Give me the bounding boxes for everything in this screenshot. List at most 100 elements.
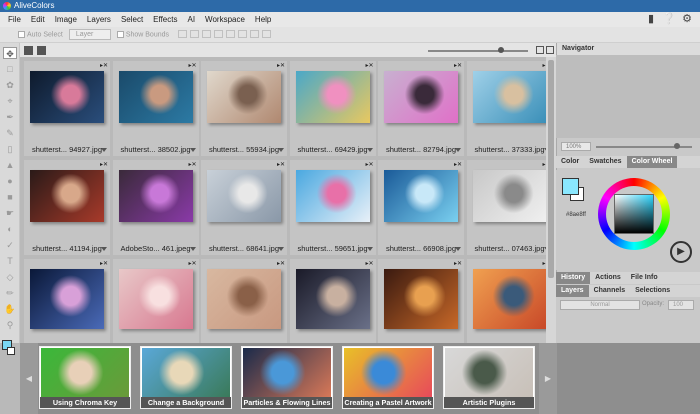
play-icon[interactable]: ▶ (670, 241, 692, 263)
menu-file[interactable]: File (3, 12, 26, 27)
settings-icon[interactable]: ⚙ (680, 12, 694, 26)
image-thumbnail[interactable] (472, 269, 546, 329)
opacity-field[interactable]: 100 (668, 300, 694, 310)
auto-select-checkbox[interactable]: Auto Select (18, 30, 63, 38)
thumbnail-size-knob[interactable] (498, 47, 504, 53)
saturation-value-square[interactable] (614, 194, 654, 234)
chevron-down-icon[interactable] (101, 148, 107, 152)
file-thumbnail-cell[interactable]: ▸✕ shutterst... 94927.jpg (24, 61, 110, 156)
tab-selections[interactable]: Selections (630, 285, 675, 297)
tutorial-card[interactable]: Change a Background (140, 346, 232, 409)
image-thumbnail[interactable] (30, 170, 104, 222)
file-thumbnail-cell[interactable]: ▸✕shutterst... 07463.jpg (466, 160, 546, 255)
pen-tool-icon[interactable]: ✓ (3, 239, 17, 251)
close-icon[interactable]: ▸✕ (188, 161, 196, 168)
file-thumbnail-cell[interactable]: ▸✕ shutterst... 41194.jpg (24, 160, 110, 255)
close-icon[interactable]: ▸✕ (100, 260, 108, 267)
menu-select[interactable]: Select (116, 12, 148, 27)
menu-effects[interactable]: Effects (148, 12, 182, 27)
move-tool-icon[interactable]: ✥ (3, 47, 17, 59)
blur-tool-icon[interactable]: ● (3, 175, 17, 187)
tutorial-card[interactable]: Using Chroma Key (39, 346, 131, 409)
close-icon[interactable]: ▸✕ (365, 260, 373, 267)
notification-icon[interactable]: ▮ (644, 12, 658, 26)
eyedropper-tool-icon[interactable]: ✒ (3, 111, 17, 123)
menu-workspace[interactable]: Workspace (200, 12, 250, 27)
image-thumbnail[interactable] (118, 170, 193, 222)
close-icon[interactable]: ▸✕ (277, 62, 285, 69)
chevron-down-icon[interactable] (366, 247, 373, 251)
background-color-swatch[interactable] (7, 347, 15, 355)
file-thumbnail-cell[interactable]: ▸✕ (466, 259, 546, 343)
file-thumbnail-cell[interactable]: ▸✕ shutterst... 68641.jpg (201, 160, 287, 255)
close-icon[interactable]: ▸✕ (100, 62, 108, 69)
file-thumbnail-cell[interactable]: ▸✕shutterst... 37333.jpg (466, 61, 546, 156)
foreground-swatch[interactable] (562, 178, 579, 195)
image-thumbnail[interactable] (207, 71, 281, 123)
image-thumbnail[interactable] (207, 170, 281, 222)
chevron-down-icon[interactable] (455, 247, 461, 251)
tab-file-info[interactable]: File Info (626, 272, 663, 284)
image-thumbnail[interactable] (384, 269, 458, 329)
eraser-tool-icon[interactable]: ▯ (3, 143, 17, 155)
chevron-down-icon[interactable] (189, 247, 196, 251)
menu-ai[interactable]: AI (182, 12, 200, 27)
tab-swatches[interactable]: Swatches (584, 156, 626, 168)
browser-scrollbar-thumb[interactable] (548, 60, 554, 278)
image-thumbnail[interactable] (30, 269, 104, 329)
close-icon[interactable]: ▸✕ (277, 161, 285, 168)
close-icon[interactable]: ▸✕ (188, 260, 196, 267)
new-file-icon[interactable] (24, 45, 33, 55)
smudge-tool-icon[interactable]: ☛ (3, 207, 17, 219)
chevron-down-icon[interactable] (455, 148, 461, 152)
tab-channels[interactable]: Channels (589, 285, 631, 297)
file-thumbnail-cell[interactable]: ▸✕ shutterst... 38502.jpg (112, 61, 199, 156)
file-thumbnail-cell[interactable]: ▸✕ shutterst... 66908.jpg (378, 160, 464, 255)
layer-select[interactable]: Layer (68, 29, 111, 40)
image-thumbnail[interactable] (384, 170, 458, 222)
marquee-tool-icon[interactable]: □ (3, 63, 17, 75)
tab-color-wheel[interactable]: Color Wheel (626, 156, 678, 168)
file-thumbnail-cell[interactable]: ▸✕ shutterst... 55934.jpg (201, 61, 287, 156)
close-icon[interactable]: ▸✕ (365, 62, 373, 69)
menu-layers[interactable]: Layers (82, 12, 116, 27)
menu-edit[interactable]: Edit (26, 12, 50, 27)
tab-layers[interactable]: Layers (556, 285, 589, 297)
chevron-down-icon[interactable] (278, 247, 284, 251)
close-icon[interactable]: ▸✕ (365, 161, 373, 168)
tutorial-card[interactable]: Creating a Pastel Artwork (342, 346, 434, 409)
navigator-zoom-knob[interactable] (674, 143, 680, 149)
menu-image[interactable]: Image (50, 12, 82, 27)
image-thumbnail[interactable] (207, 269, 281, 329)
file-thumbnail-cell[interactable]: ▸✕ shutterst... 82794.jpg (378, 61, 464, 156)
stamp-tool-icon[interactable]: ■ (3, 191, 17, 203)
close-icon[interactable]: ▸✕ (454, 161, 462, 168)
bucket-tool-icon[interactable]: ▲ (3, 159, 17, 171)
blend-mode-select[interactable]: Normal (560, 300, 640, 310)
image-thumbnail[interactable] (472, 71, 546, 123)
hex-value[interactable]: #8ae8ff (566, 212, 586, 218)
dodge-tool-icon[interactable]: ◐ (3, 223, 17, 235)
list-view-icon[interactable] (546, 46, 554, 54)
file-thumbnail-cell[interactable]: ▸✕ (289, 259, 376, 343)
open-folder-icon[interactable] (37, 45, 46, 55)
lasso-tool-icon[interactable]: ✿ (3, 79, 17, 91)
image-thumbnail[interactable] (30, 71, 104, 123)
image-thumbnail[interactable] (118, 269, 193, 329)
navigator-zoom-value[interactable]: 100% (561, 141, 591, 151)
image-thumbnail[interactable] (384, 71, 458, 123)
image-thumbnail[interactable] (295, 71, 370, 123)
file-thumbnail-cell[interactable]: ▸✕ (24, 259, 110, 343)
close-icon[interactable]: ▸✕ (277, 260, 285, 267)
show-bounds-checkbox[interactable]: Show Bounds (116, 30, 169, 38)
pencil-tool-icon[interactable]: ✏ (3, 287, 17, 299)
file-thumbnail-cell[interactable]: ▸✕ (201, 259, 287, 343)
tab-color[interactable]: Color (556, 156, 584, 168)
tab-history[interactable]: History (556, 272, 591, 284)
image-thumbnail[interactable] (295, 170, 370, 222)
zoom-tool-icon[interactable]: ⚲ (3, 319, 17, 331)
brush-tool-icon[interactable]: ✎ (3, 127, 17, 139)
navigator-preview[interactable] (556, 55, 700, 138)
chevron-down-icon[interactable] (189, 148, 196, 152)
text-tool-icon[interactable]: T (3, 255, 17, 267)
